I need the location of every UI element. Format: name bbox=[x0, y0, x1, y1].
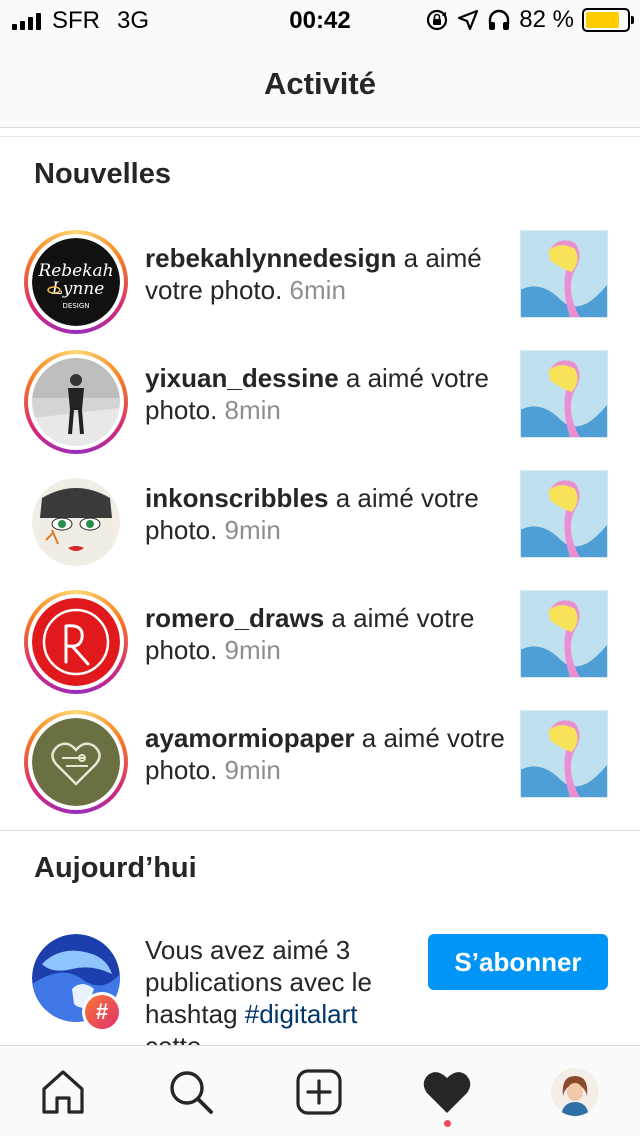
activity-text: yixuan_dessine a aimé votre photo. 8min bbox=[145, 362, 505, 426]
notification-dot bbox=[444, 1120, 451, 1127]
timestamp: 6min bbox=[289, 275, 346, 305]
home-icon bbox=[42, 1070, 84, 1114]
tab-bar bbox=[0, 1045, 640, 1136]
svg-text:DESIGN: DESIGN bbox=[63, 302, 90, 310]
username[interactable]: rebekahlynnedesign bbox=[145, 243, 396, 273]
activity-row[interactable]: ayamormiopaper a aimé votre photo. 9min bbox=[0, 710, 640, 830]
tab-home[interactable] bbox=[33, 1064, 93, 1120]
avatar-image bbox=[32, 478, 120, 566]
hashtag-badge: # bbox=[82, 992, 122, 1032]
section-title-new: Nouvelles bbox=[34, 158, 171, 190]
activity-text: rebekahlynnedesign a aimé votre photo. 6… bbox=[145, 242, 505, 306]
section-title-today: Aujourd’hui bbox=[34, 852, 197, 884]
hashtag-link[interactable]: #digitalart bbox=[245, 999, 358, 1029]
activity-row[interactable]: yixuan_dessine a aimé votre photo. 8min bbox=[0, 350, 640, 470]
timestamp: 9min bbox=[224, 755, 281, 785]
add-post-icon bbox=[296, 1069, 342, 1115]
tab-search[interactable] bbox=[161, 1064, 221, 1120]
section-divider bbox=[0, 830, 640, 831]
timestamp: 9min bbox=[224, 515, 281, 545]
avatar-image bbox=[32, 358, 120, 446]
hashtag-activity-row[interactable]: # Vous avez aimé 3 publications avec le … bbox=[0, 930, 640, 1061]
status-icons: 82 % bbox=[425, 6, 634, 34]
location-icon bbox=[458, 9, 479, 31]
avatar[interactable] bbox=[24, 710, 128, 814]
status-bar: SFR 3G 00:42 82 % bbox=[0, 0, 640, 40]
activity-row[interactable]: romero_draws a aimé votre photo. 9min bbox=[0, 590, 640, 710]
activity-text: ayamormiopaper a aimé votre photo. 9min bbox=[145, 722, 505, 786]
tab-activity[interactable] bbox=[417, 1064, 477, 1120]
username[interactable]: yixuan_dessine bbox=[145, 363, 339, 393]
avatar-image bbox=[32, 598, 120, 686]
timestamp: 9min bbox=[224, 635, 281, 665]
battery-icon bbox=[582, 8, 634, 32]
activity-text: inkonscribbles a aimé votre photo. 9min bbox=[145, 482, 505, 546]
avatar-image: Rebekah Lynne DESIGN bbox=[32, 238, 120, 326]
header: Activité bbox=[0, 40, 640, 128]
svg-text:Rebekah: Rebekah bbox=[37, 261, 113, 281]
battery-level bbox=[586, 12, 619, 28]
username[interactable]: ayamormiopaper bbox=[145, 723, 355, 753]
avatar[interactable] bbox=[24, 350, 128, 454]
tab-profile[interactable] bbox=[545, 1064, 605, 1120]
post-thumbnail[interactable] bbox=[520, 590, 608, 678]
username[interactable]: romero_draws bbox=[145, 603, 324, 633]
avatar[interactable] bbox=[24, 590, 128, 694]
activity-text: Vous avez aimé 3 publications avec le ha… bbox=[145, 934, 415, 1062]
avatar[interactable] bbox=[24, 470, 128, 574]
avatar[interactable]: Rebekah Lynne DESIGN bbox=[24, 230, 128, 334]
timestamp: 8min bbox=[224, 395, 281, 425]
tab-add[interactable] bbox=[289, 1064, 349, 1120]
post-thumbnail[interactable] bbox=[520, 710, 608, 798]
follow-button[interactable]: S’abonner bbox=[428, 934, 608, 990]
hashtag-icon: # bbox=[85, 995, 119, 1029]
rotation-lock-icon bbox=[427, 9, 448, 31]
avatar-image bbox=[32, 718, 120, 806]
search-icon bbox=[170, 1071, 213, 1114]
header-divider bbox=[0, 136, 640, 137]
svg-text:Lynne: Lynne bbox=[51, 279, 105, 299]
page-title: Activité bbox=[264, 66, 376, 101]
post-thumbnail[interactable] bbox=[520, 470, 608, 558]
heart-icon bbox=[423, 1072, 471, 1113]
post-thumbnail[interactable] bbox=[520, 350, 608, 438]
activity-text: romero_draws a aimé votre photo. 9min bbox=[145, 602, 505, 666]
activity-row[interactable]: inkonscribbles a aimé votre photo. 9min bbox=[0, 470, 640, 590]
post-thumbnail[interactable] bbox=[520, 230, 608, 318]
headphones-icon bbox=[489, 9, 510, 30]
activity-row[interactable]: Rebekah Lynne DESIGN rebekahlynnedesign … bbox=[0, 230, 640, 350]
battery-percent: 82 % bbox=[519, 6, 574, 33]
username[interactable]: inkonscribbles bbox=[145, 483, 329, 513]
profile-avatar bbox=[551, 1068, 599, 1116]
